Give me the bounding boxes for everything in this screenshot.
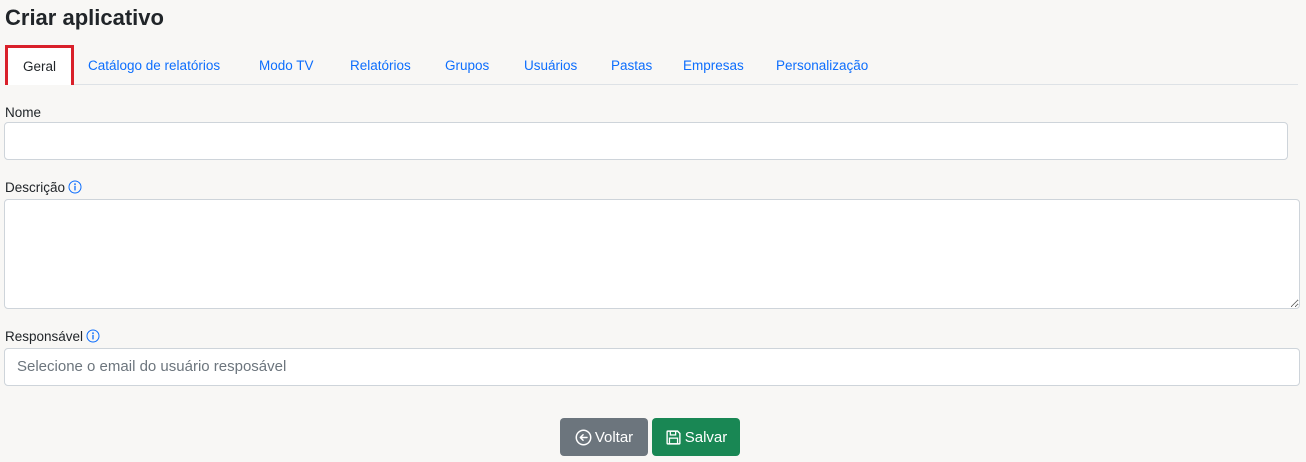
arrow-left-circle-icon: [575, 429, 592, 446]
description-textarea[interactable]: [4, 199, 1300, 309]
description-label-text: Descrição: [5, 180, 66, 195]
name-label-text: Nome: [5, 105, 42, 120]
name-label: Nome: [5, 105, 41, 121]
owner-label: Responsável: [5, 329, 100, 347]
tab-geral[interactable]: Geral: [5, 45, 74, 85]
description-label: Descrição: [5, 180, 82, 198]
save-button-label: Salvar: [684, 428, 728, 446]
tab-relatorios[interactable]: Relatórios: [350, 45, 411, 84]
info-icon[interactable]: [86, 329, 100, 347]
tab-bar: Geral Catálogo de relatórios Modo TV Rel…: [5, 45, 1298, 85]
tab-pastas[interactable]: Pastas: [611, 45, 652, 84]
save-button[interactable]: Salvar: [652, 418, 740, 456]
back-button[interactable]: Voltar: [560, 418, 648, 456]
tab-modo-tv[interactable]: Modo TV: [259, 45, 314, 84]
tab-catalogo-relatorios[interactable]: Catálogo de relatórios: [88, 45, 220, 84]
tab-personalizacao[interactable]: Personalização: [776, 45, 868, 84]
owner-select[interactable]: Selecione o email do usuário resposável: [4, 348, 1300, 386]
page-title: Criar aplicativo: [5, 5, 164, 30]
tab-empresas[interactable]: Empresas: [683, 45, 744, 84]
owner-label-text: Responsável: [5, 329, 84, 344]
owner-select-placeholder: Selecione o email do usuário resposável: [17, 358, 287, 375]
tab-grupos[interactable]: Grupos: [445, 45, 489, 84]
info-icon[interactable]: [68, 180, 82, 198]
name-input[interactable]: [4, 122, 1288, 160]
tab-usuarios[interactable]: Usuários: [524, 45, 577, 84]
floppy-disk-icon: [665, 429, 682, 446]
back-button-label: Voltar: [594, 428, 634, 446]
